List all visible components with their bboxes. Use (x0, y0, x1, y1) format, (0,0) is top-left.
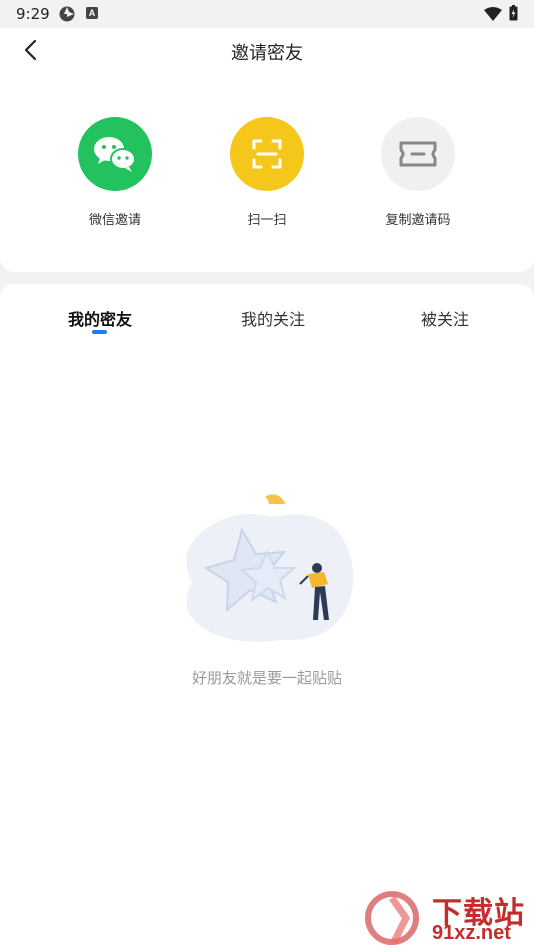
wechat-invite-button[interactable]: 微信邀请 (55, 117, 175, 228)
ticket-icon (381, 117, 455, 191)
status-bar: 9:29 A (0, 0, 534, 28)
copy-invite-code-label: 复制邀请码 (385, 213, 451, 228)
active-tab-indicator (92, 330, 107, 334)
scan-button[interactable]: 扫一扫 (207, 117, 327, 228)
watermark-url: 91xz.net (432, 922, 511, 944)
empty-state-illustration (186, 494, 354, 642)
tab-my-following[interactable]: 我的关注 (241, 306, 305, 330)
tab-followers[interactable]: 被关注 (421, 306, 469, 330)
copy-invite-code-button[interactable]: 复制邀请码 (358, 117, 478, 228)
scan-icon (230, 117, 304, 191)
scan-label: 扫一扫 (247, 213, 287, 228)
wechat-icon (78, 117, 152, 191)
battery-charging-icon (509, 5, 518, 21)
page-title: 邀请密友 (231, 43, 303, 64)
aperture-icon (59, 6, 75, 22)
tab-my-close-friends[interactable]: 我的密友 (68, 306, 132, 330)
wechat-invite-label: 微信邀请 (88, 213, 141, 228)
app-notification-icon: A (86, 7, 98, 19)
status-time: 9:29 (16, 5, 50, 23)
empty-state-text: 好朋友就是要一起贴贴 (191, 669, 342, 687)
wifi-icon (484, 7, 502, 21)
